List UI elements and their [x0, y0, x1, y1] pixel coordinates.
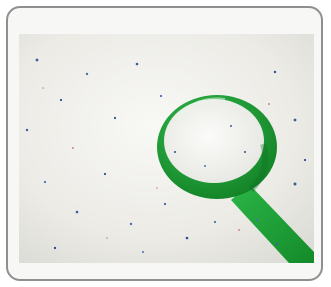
detergent-scene	[19, 34, 314, 263]
detergent-photo	[19, 34, 314, 263]
scoop-powder	[164, 99, 264, 183]
